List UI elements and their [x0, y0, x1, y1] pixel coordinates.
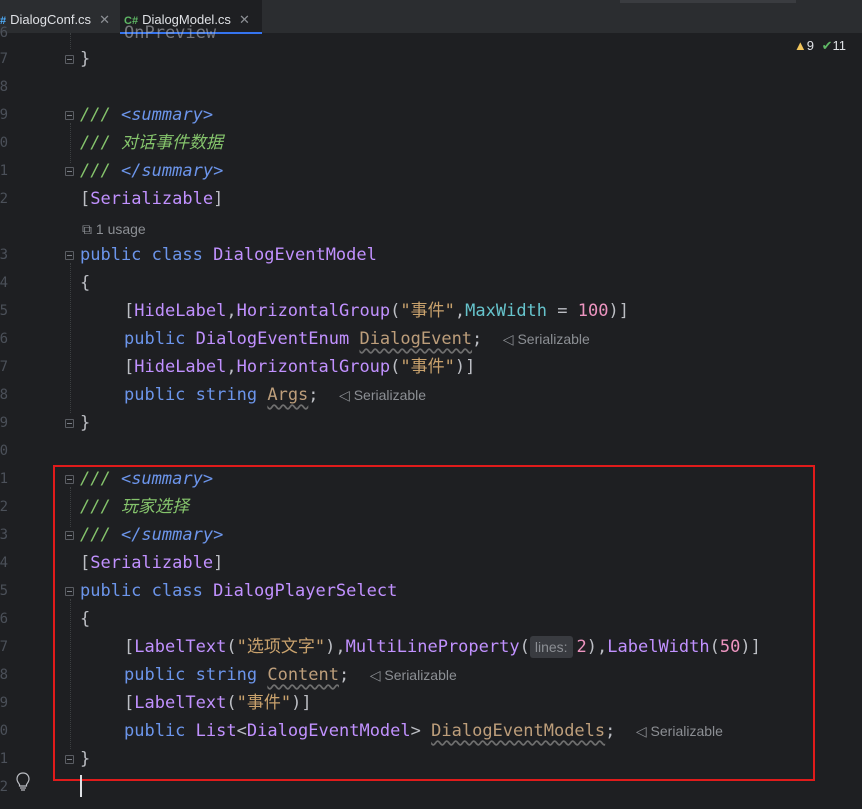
line-number: 2	[0, 499, 8, 515]
line-number: 0	[0, 723, 8, 739]
line-number: 0	[0, 443, 8, 459]
line-number: 2	[0, 779, 8, 795]
code-line: public string Args; ◁ Serializable	[124, 385, 427, 405]
brace: }	[80, 49, 91, 69]
usage-text: 1 usage	[95, 221, 146, 237]
usage-icon: ⧉	[82, 221, 92, 237]
class-name: DialogEventModel	[213, 245, 377, 265]
unity-icon: ◁	[339, 387, 350, 403]
tab-label: DialogConf.cs	[10, 12, 92, 27]
line-number: 8	[0, 79, 8, 95]
close-icon[interactable]: ✕	[239, 12, 250, 27]
fold-toggle[interactable]	[65, 55, 74, 64]
fold-toggle[interactable]	[65, 111, 74, 120]
unity-icon: ◁	[502, 331, 514, 347]
doc-comment: ///	[80, 105, 121, 125]
keyword: class	[151, 245, 203, 265]
code-line: [Serializable]	[80, 189, 224, 209]
type-name: DialogEventEnum	[195, 329, 350, 349]
code-line: }	[80, 409, 90, 437]
code-line: public DialogEventEnum DialogEvent; ◁ Se…	[124, 329, 590, 349]
brace: {	[80, 273, 91, 293]
code-line: public class DialogEventModel	[80, 241, 377, 269]
line-number: 3	[0, 247, 8, 263]
line-number: 5	[0, 303, 8, 319]
unity-serializable-hint: ◁ Serializable	[339, 387, 427, 403]
string-literal: "事件"	[400, 357, 455, 377]
fold-toggle[interactable]	[65, 419, 74, 428]
line-number: 4	[0, 555, 8, 571]
fold-guide	[70, 123, 71, 163]
line-number: 8	[0, 387, 8, 403]
field-name: DialogEvent	[359, 329, 473, 349]
line-number: 1	[0, 163, 8, 179]
field-name: Args	[267, 385, 309, 405]
attribute: HorizontalGroup	[236, 301, 391, 321]
line-number: 9	[0, 107, 8, 123]
text-caret	[80, 775, 82, 797]
doc-tag: </summary>	[120, 161, 224, 181]
tab-scroll-indicator	[620, 0, 796, 3]
code-line: {	[80, 269, 90, 297]
fold-toggle[interactable]	[65, 167, 74, 176]
line-number: 6	[0, 25, 8, 41]
code-line: [HideLabel,HorizontalGroup("事件",MaxWidth…	[124, 301, 629, 321]
close-icon[interactable]: ✕	[99, 12, 110, 27]
usage-hint[interactable]: ⧉ 1 usage	[82, 221, 146, 238]
fold-guide	[70, 33, 71, 49]
doc-comment: ///	[80, 161, 121, 181]
line-number: 1	[0, 751, 8, 767]
line-number: 7	[0, 359, 8, 375]
keyword: string	[195, 385, 258, 405]
brace: }	[80, 413, 91, 433]
line-number: 3	[0, 527, 8, 543]
attribute: HorizontalGroup	[236, 357, 391, 377]
property: MaxWidth	[465, 301, 548, 321]
line-number: 4	[0, 275, 8, 291]
attribute: HideLabel	[134, 301, 227, 321]
line-number: 1	[0, 471, 8, 487]
doc-tag: <summary>	[120, 105, 214, 125]
attribute: Serializable	[90, 189, 214, 209]
line-number: 9	[0, 695, 8, 711]
line-number: 7	[0, 639, 8, 655]
keyword: public	[124, 385, 186, 405]
code-line-partial: OnPreview	[124, 23, 217, 43]
line-number: 5	[0, 583, 8, 599]
keyword: public	[124, 329, 186, 349]
line-number: 6	[0, 331, 8, 347]
unity-serializable-hint: ◁ Serializable	[502, 331, 590, 347]
fold-guide	[70, 263, 71, 413]
tab-dialogconf[interactable]: # DialogConf.cs ✕	[0, 0, 110, 33]
line-number: 7	[0, 51, 8, 67]
number-literal: 100	[577, 301, 609, 321]
line-number: 9	[0, 415, 8, 431]
doc-comment-text: 对话事件数据	[120, 133, 223, 153]
line-number: 6	[0, 611, 8, 627]
red-highlight-box	[53, 465, 815, 781]
code-line: /// <summary>	[80, 101, 213, 129]
code-line: /// 对话事件数据	[80, 129, 223, 157]
fold-toggle[interactable]	[65, 251, 74, 260]
line-number: 2	[0, 191, 8, 207]
doc-comment: ///	[80, 133, 121, 153]
code-line: /// </summary>	[80, 157, 223, 185]
code-line: }	[80, 45, 90, 73]
attribute: HideLabel	[134, 357, 227, 377]
lightbulb-icon[interactable]	[15, 772, 31, 792]
code-line: [HideLabel,HorizontalGroup("事件")]	[124, 357, 476, 377]
line-number: 8	[0, 667, 8, 683]
line-number: 0	[0, 135, 8, 151]
string-literal: "事件"	[400, 301, 455, 321]
keyword: public	[80, 245, 142, 265]
